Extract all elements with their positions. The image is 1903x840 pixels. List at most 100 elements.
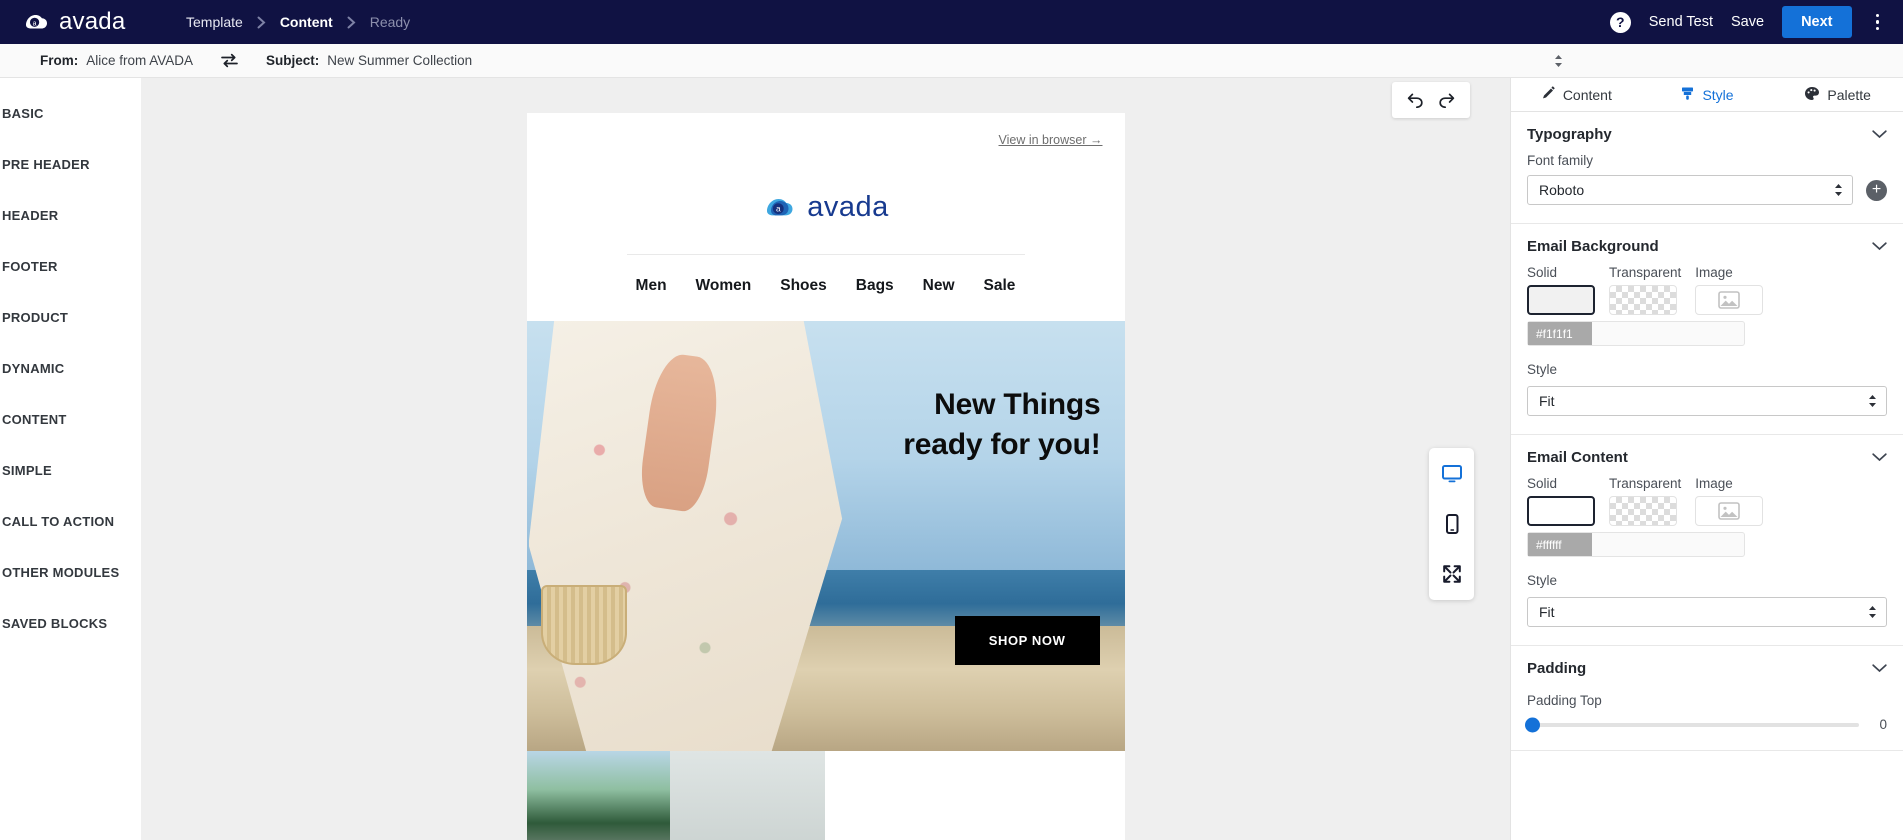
padding-top-label: Padding Top xyxy=(1527,693,1602,708)
email-preview: View in browser → a avada Men Women Shoe… xyxy=(526,113,1125,840)
tab-style-label: Style xyxy=(1702,86,1734,103)
bg-solid-option: Solid xyxy=(1527,265,1595,315)
bg-image-option: Image xyxy=(1695,265,1764,315)
top-bar-actions: ? Send Test Save Next xyxy=(1609,6,1886,38)
mobile-preview-icon[interactable] xyxy=(1440,512,1464,536)
sidebar-item-pre-header[interactable]: PRE HEADER xyxy=(0,139,140,190)
subject-value[interactable]: New Summer Collection xyxy=(327,53,472,68)
svg-text:a: a xyxy=(776,203,781,213)
undo-icon[interactable] xyxy=(1402,89,1428,111)
sidebar-item-footer[interactable]: FOOTER xyxy=(0,241,140,292)
tab-content[interactable]: Content xyxy=(1511,78,1642,111)
save-button[interactable]: Save xyxy=(1731,14,1764,30)
sidebar-item-call-to-action[interactable]: CALL TO ACTION xyxy=(0,496,140,547)
content-hex-value[interactable]: #ffffff xyxy=(1528,533,1592,556)
fullscreen-icon[interactable] xyxy=(1440,562,1464,586)
bg-solid-label: Solid xyxy=(1527,265,1558,280)
chevron-down-icon-email-content[interactable] xyxy=(1872,453,1887,462)
bg-style-select[interactable]: Fit xyxy=(1527,386,1887,416)
swap-icon[interactable] xyxy=(221,53,238,68)
breadcrumb-item-template[interactable]: Template xyxy=(186,14,243,30)
sidebar-item-content[interactable]: CONTENT xyxy=(0,394,140,445)
typography-title: Typography xyxy=(1527,126,1612,143)
image-placeholder-icon-2 xyxy=(1718,502,1741,520)
email-meta-bar: From: Alice from AVADA Subject: New Summ… xyxy=(0,44,1903,78)
meta-expand-stepper-icon[interactable] xyxy=(1554,54,1563,68)
next-button[interactable]: Next xyxy=(1782,6,1852,38)
bg-hex-input[interactable]: #f1f1f1 xyxy=(1527,321,1745,346)
content-transparent-label: Transparent xyxy=(1609,476,1682,491)
padding-header[interactable]: Padding xyxy=(1527,660,1887,677)
desktop-preview-icon[interactable] xyxy=(1440,462,1464,486)
chevron-down-icon-typography[interactable] xyxy=(1872,130,1887,139)
email-nav: Men Women Shoes Bags New Sale xyxy=(626,254,1025,321)
email-content-title: Email Content xyxy=(1527,449,1628,466)
email-second-image-block[interactable] xyxy=(526,751,825,840)
section-typography: Typography Font family Roboto + xyxy=(1511,112,1903,224)
hero-headline: New Things ready for you! xyxy=(903,385,1100,465)
email-background-title: Email Background xyxy=(1527,238,1659,255)
chevron-down-icon-email-background[interactable] xyxy=(1872,242,1887,251)
email-nav-item-bags[interactable]: Bags xyxy=(856,277,894,295)
email-nav-item-new[interactable]: New xyxy=(923,277,955,295)
sidebar-item-product[interactable]: PRODUCT xyxy=(0,292,140,343)
bg-style-value: Fit xyxy=(1539,393,1555,409)
email-hero-banner[interactable]: New Things ready for you! SHOP NOW xyxy=(526,321,1125,751)
send-test-button[interactable]: Send Test xyxy=(1649,14,1713,30)
tab-palette[interactable]: Palette xyxy=(1772,78,1903,111)
bg-hex-value[interactable]: #f1f1f1 xyxy=(1528,322,1592,345)
sidebar-item-basic[interactable]: BASIC xyxy=(0,88,140,139)
padding-top-slider-thumb[interactable] xyxy=(1525,717,1540,732)
bg-style-label: Style xyxy=(1527,362,1558,377)
subject-label: Subject: xyxy=(266,53,320,68)
redo-icon[interactable] xyxy=(1434,89,1460,111)
content-image-swatch[interactable] xyxy=(1695,496,1764,526)
email-background-header[interactable]: Email Background xyxy=(1527,238,1887,255)
content-style-select[interactable]: Fit xyxy=(1527,597,1887,627)
undo-redo-toolbar xyxy=(1392,82,1470,118)
section-email-background: Email Background Solid Transparent Image… xyxy=(1511,224,1903,435)
email-logo-block[interactable]: a avada xyxy=(527,155,1125,254)
bg-style-stepper-icon xyxy=(1868,395,1877,407)
view-in-browser-link[interactable]: View in browser → xyxy=(999,133,1103,147)
content-transparent-swatch[interactable] xyxy=(1609,496,1677,526)
sidebar-item-dynamic[interactable]: DYNAMIC xyxy=(0,343,140,394)
padding-title: Padding xyxy=(1527,660,1587,677)
breadcrumb-item-content[interactable]: Content xyxy=(280,14,333,30)
bg-transparent-swatch[interactable] xyxy=(1609,285,1677,315)
content-style-value: Fit xyxy=(1539,604,1555,620)
sidebar-item-saved-blocks[interactable]: SAVED BLOCKS xyxy=(0,598,140,649)
content-hex-input[interactable]: #ffffff xyxy=(1527,532,1745,557)
sidebar-item-header[interactable]: HEADER xyxy=(0,190,140,241)
padding-top-slider[interactable] xyxy=(1525,717,1859,732)
palette-icon xyxy=(1804,86,1820,104)
email-nav-item-women[interactable]: Women xyxy=(696,277,752,295)
tab-style[interactable]: Style xyxy=(1642,78,1773,111)
add-font-button[interactable]: + xyxy=(1866,179,1887,201)
email-background-fill-options: Solid Transparent Image xyxy=(1527,265,1887,315)
padding-top-value: 0 xyxy=(1879,717,1887,732)
email-nav-item-shoes[interactable]: Shoes xyxy=(780,277,827,295)
chevron-down-icon-padding[interactable] xyxy=(1872,664,1887,673)
more-options-icon[interactable] xyxy=(1870,10,1886,35)
help-icon[interactable]: ? xyxy=(1609,11,1631,33)
font-family-select[interactable]: Roboto xyxy=(1527,175,1853,205)
from-value[interactable]: Alice from AVADA xyxy=(86,53,193,68)
avada-email-logo-icon: a xyxy=(762,192,798,224)
email-nav-item-sale[interactable]: Sale xyxy=(984,277,1016,295)
bg-image-swatch[interactable] xyxy=(1695,285,1764,315)
brand-logo-group[interactable]: a avada xyxy=(22,8,172,36)
bg-solid-swatch[interactable] xyxy=(1527,285,1595,315)
content-solid-swatch[interactable] xyxy=(1527,496,1595,526)
hero-shop-now-button[interactable]: SHOP NOW xyxy=(954,616,1100,665)
sidebar-item-simple[interactable]: SIMPLE xyxy=(0,445,140,496)
settings-body: Typography Font family Roboto + Email Ba… xyxy=(1511,112,1903,840)
email-content-fill-options: Solid Transparent Image xyxy=(1527,476,1887,526)
sidebar-item-other-modules[interactable]: OTHER MODULES xyxy=(0,547,140,598)
tab-palette-label: Palette xyxy=(1827,86,1871,103)
style-settings-panel: Content Style Palette Typography Font fa… xyxy=(1510,78,1903,840)
bg-image-label: Image xyxy=(1695,265,1733,280)
email-nav-item-men[interactable]: Men xyxy=(636,277,667,295)
typography-header[interactable]: Typography xyxy=(1527,126,1887,143)
email-content-header[interactable]: Email Content xyxy=(1527,449,1887,466)
